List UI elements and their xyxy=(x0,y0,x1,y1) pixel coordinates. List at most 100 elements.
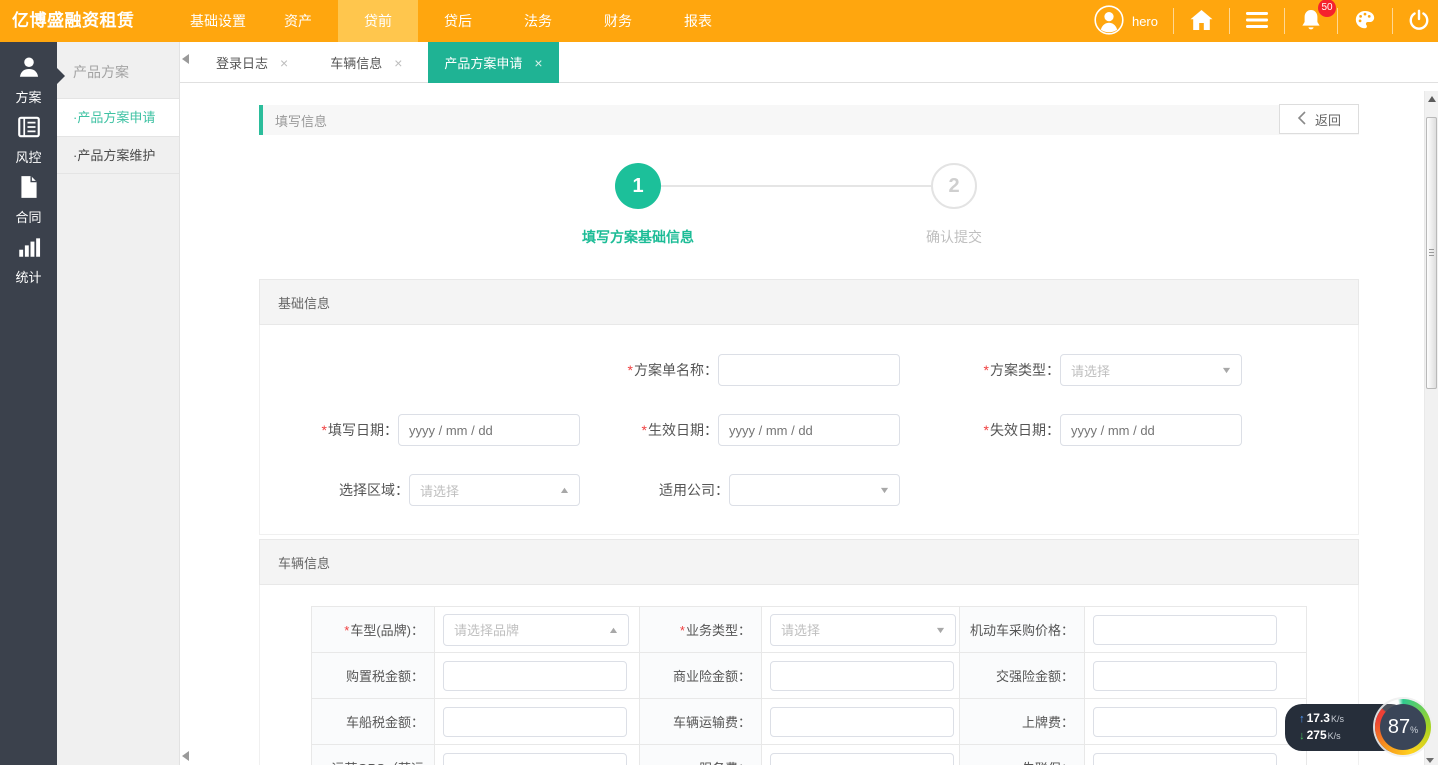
field-label: 适用公司： xyxy=(580,480,729,500)
user-menu[interactable]: hero xyxy=(1094,5,1158,38)
field-cell xyxy=(762,653,960,699)
effective-date-input[interactable] xyxy=(718,414,900,446)
user-name: hero xyxy=(1132,14,1158,29)
vehicle-vessel-tax-input[interactable] xyxy=(443,707,627,737)
divider xyxy=(1173,8,1174,34)
required-asterisk: * xyxy=(984,362,989,378)
divider xyxy=(1229,8,1230,34)
required-asterisk: * xyxy=(322,422,327,438)
vertical-scrollbar[interactable] xyxy=(1424,91,1438,765)
tab-label: 车辆信息 xyxy=(330,53,382,72)
tab-product-plan-apply[interactable]: 产品方案申请 × xyxy=(428,42,558,83)
download-speed-row: ↓275K/s xyxy=(1299,729,1344,743)
close-icon[interactable]: × xyxy=(280,55,288,71)
form-row: 选择区域： 请选择 ▲ 适用公司： xyxy=(260,460,1358,520)
license-plate-fee-input[interactable] xyxy=(1093,707,1277,737)
top-menu-item-assets[interactable]: 资产 xyxy=(258,0,338,42)
required-asterisk: * xyxy=(642,422,647,438)
field-label: *业务类型： xyxy=(640,607,762,653)
field-cell xyxy=(1085,745,1307,765)
commercial-insurance-input[interactable] xyxy=(770,661,954,691)
vehicle-brand-select[interactable]: 请选择品牌 ▲ xyxy=(443,614,629,646)
vehicle-info-form: *车型(品牌)： 请选择品牌 ▲ *业务类型： xyxy=(259,585,1359,765)
field-company: 适用公司： ▼ xyxy=(580,474,900,506)
top-menu-item-legal[interactable]: 法务 xyxy=(498,0,578,42)
insurance-fee-input[interactable] xyxy=(1093,753,1277,765)
vehicle-info-section: 车辆信息 *车型(品牌)： 请选择品牌 xyxy=(259,539,1359,765)
field-expiry-date: *失效日期： xyxy=(900,414,1358,446)
home-button[interactable] xyxy=(1189,9,1214,34)
sidebar-item-risk[interactable]: 风控 xyxy=(0,110,57,170)
theme-button[interactable] xyxy=(1353,9,1377,34)
sidebar-item-label: 风控 xyxy=(15,147,41,166)
topbar: 亿博盛融资租赁 基础设置 资产 贷前 贷后 法务 财务 报表 hero xyxy=(0,0,1438,42)
top-menu-item-reports[interactable]: 报表 xyxy=(658,0,738,42)
power-icon xyxy=(1408,8,1430,34)
tab-vehicle-info[interactable]: 车辆信息 × xyxy=(314,42,418,83)
sidebar-collapse-arrow-icon[interactable] xyxy=(182,54,189,64)
scroll-up-button[interactable] xyxy=(1425,91,1438,107)
expiry-date-input[interactable] xyxy=(1060,414,1242,446)
sidebar-item-plan[interactable]: 方案 xyxy=(0,50,57,110)
vehicle-fee-table: *车型(品牌)： 请选择品牌 ▲ *业务类型： xyxy=(311,606,1307,765)
field-cell xyxy=(762,699,960,745)
panel-title: 填写信息 xyxy=(263,111,327,130)
vehicle-transport-fee-input[interactable] xyxy=(770,707,954,737)
back-button[interactable]: 返回 xyxy=(1279,104,1359,134)
purchase-tax-input[interactable] xyxy=(443,661,627,691)
plan-type-select[interactable]: 请选择 ▼ xyxy=(1060,354,1242,386)
plan-name-input[interactable] xyxy=(718,354,900,386)
region-select[interactable]: 请选择 ▲ xyxy=(409,474,580,506)
top-menu-item-finance[interactable]: 财务 xyxy=(578,0,658,42)
sidebar-collapse-arrow-icon[interactable] xyxy=(182,751,189,761)
user-icon xyxy=(16,54,42,83)
form-icon xyxy=(16,114,42,143)
divider xyxy=(1392,8,1393,34)
top-menu-item-post-loan[interactable]: 贷后 xyxy=(418,0,498,42)
field-label: 选择区域： xyxy=(260,480,409,500)
table-row: *车型(品牌)： 请选择品牌 ▲ *业务类型： xyxy=(312,607,1307,653)
download-speed-unit: K/s xyxy=(1328,730,1341,743)
close-icon[interactable]: × xyxy=(394,55,402,71)
scrollbar-thumb[interactable] xyxy=(1426,117,1437,389)
sidebar-item-statistics[interactable]: 统计 xyxy=(0,230,57,290)
notification-badge: 50 xyxy=(1318,0,1336,17)
notifications-button[interactable]: 50 xyxy=(1300,8,1322,35)
submenu-item-plan-apply[interactable]: ·产品方案申请 xyxy=(57,98,179,136)
top-menu-item-pre-loan[interactable]: 贷前 xyxy=(338,0,418,42)
logout-button[interactable] xyxy=(1408,8,1430,34)
upload-arrow-icon: ↑ xyxy=(1299,713,1305,726)
widget-caret-icon[interactable] xyxy=(1426,758,1434,763)
compulsory-insurance-input[interactable] xyxy=(1093,661,1277,691)
gps-fee-input[interactable] xyxy=(443,753,627,765)
tab-login-log[interactable]: 登录日志 × xyxy=(200,42,304,83)
required-asterisk: * xyxy=(628,362,633,378)
submenu-item-plan-maintain[interactable]: ·产品方案维护 xyxy=(57,136,179,174)
topbar-right: hero 50 xyxy=(1094,0,1430,42)
close-icon[interactable]: × xyxy=(534,55,542,71)
field-label: *车型(品牌)： xyxy=(312,607,435,653)
home-icon xyxy=(1189,9,1214,34)
sidebar-item-contract[interactable]: 合同 xyxy=(0,170,57,230)
company-select[interactable]: ▼ xyxy=(729,474,900,506)
usage-gauge[interactable]: 87% xyxy=(1375,699,1431,755)
app-window: 亿博盛融资租赁 基础设置 资产 贷前 贷后 法务 财务 报表 hero xyxy=(0,0,1438,765)
step-2-circle: 2 xyxy=(931,163,977,209)
table-row: 运营GPS（营运 服务费： 失联保： xyxy=(312,745,1307,765)
field-label: *失效日期： xyxy=(900,420,1060,440)
basic-info-form: *方案单名称： *方案类型： 请选择 ▼ xyxy=(259,325,1359,535)
select-value: 请选择 xyxy=(1071,361,1110,380)
service-fee-input[interactable] xyxy=(770,753,954,765)
vehicle-purchase-price-input[interactable] xyxy=(1093,615,1277,645)
fill-date-input[interactable] xyxy=(398,414,580,446)
field-label: 失联保： xyxy=(960,745,1085,765)
field-plan-name: *方案单名称： xyxy=(580,354,900,386)
business-type-select[interactable]: 请选择 ▼ xyxy=(770,614,956,646)
field-label: 运营GPS（营运 xyxy=(312,745,435,765)
menu-toggle-button[interactable] xyxy=(1245,11,1269,32)
sidebar-item-label: 统计 xyxy=(15,267,41,286)
field-cell: 请选择品牌 ▲ xyxy=(435,607,640,653)
top-menu-item-basic-settings[interactable]: 基础设置 xyxy=(178,0,258,42)
chevron-down-icon: ▼ xyxy=(1221,365,1233,375)
hamburger-icon xyxy=(1245,11,1269,32)
